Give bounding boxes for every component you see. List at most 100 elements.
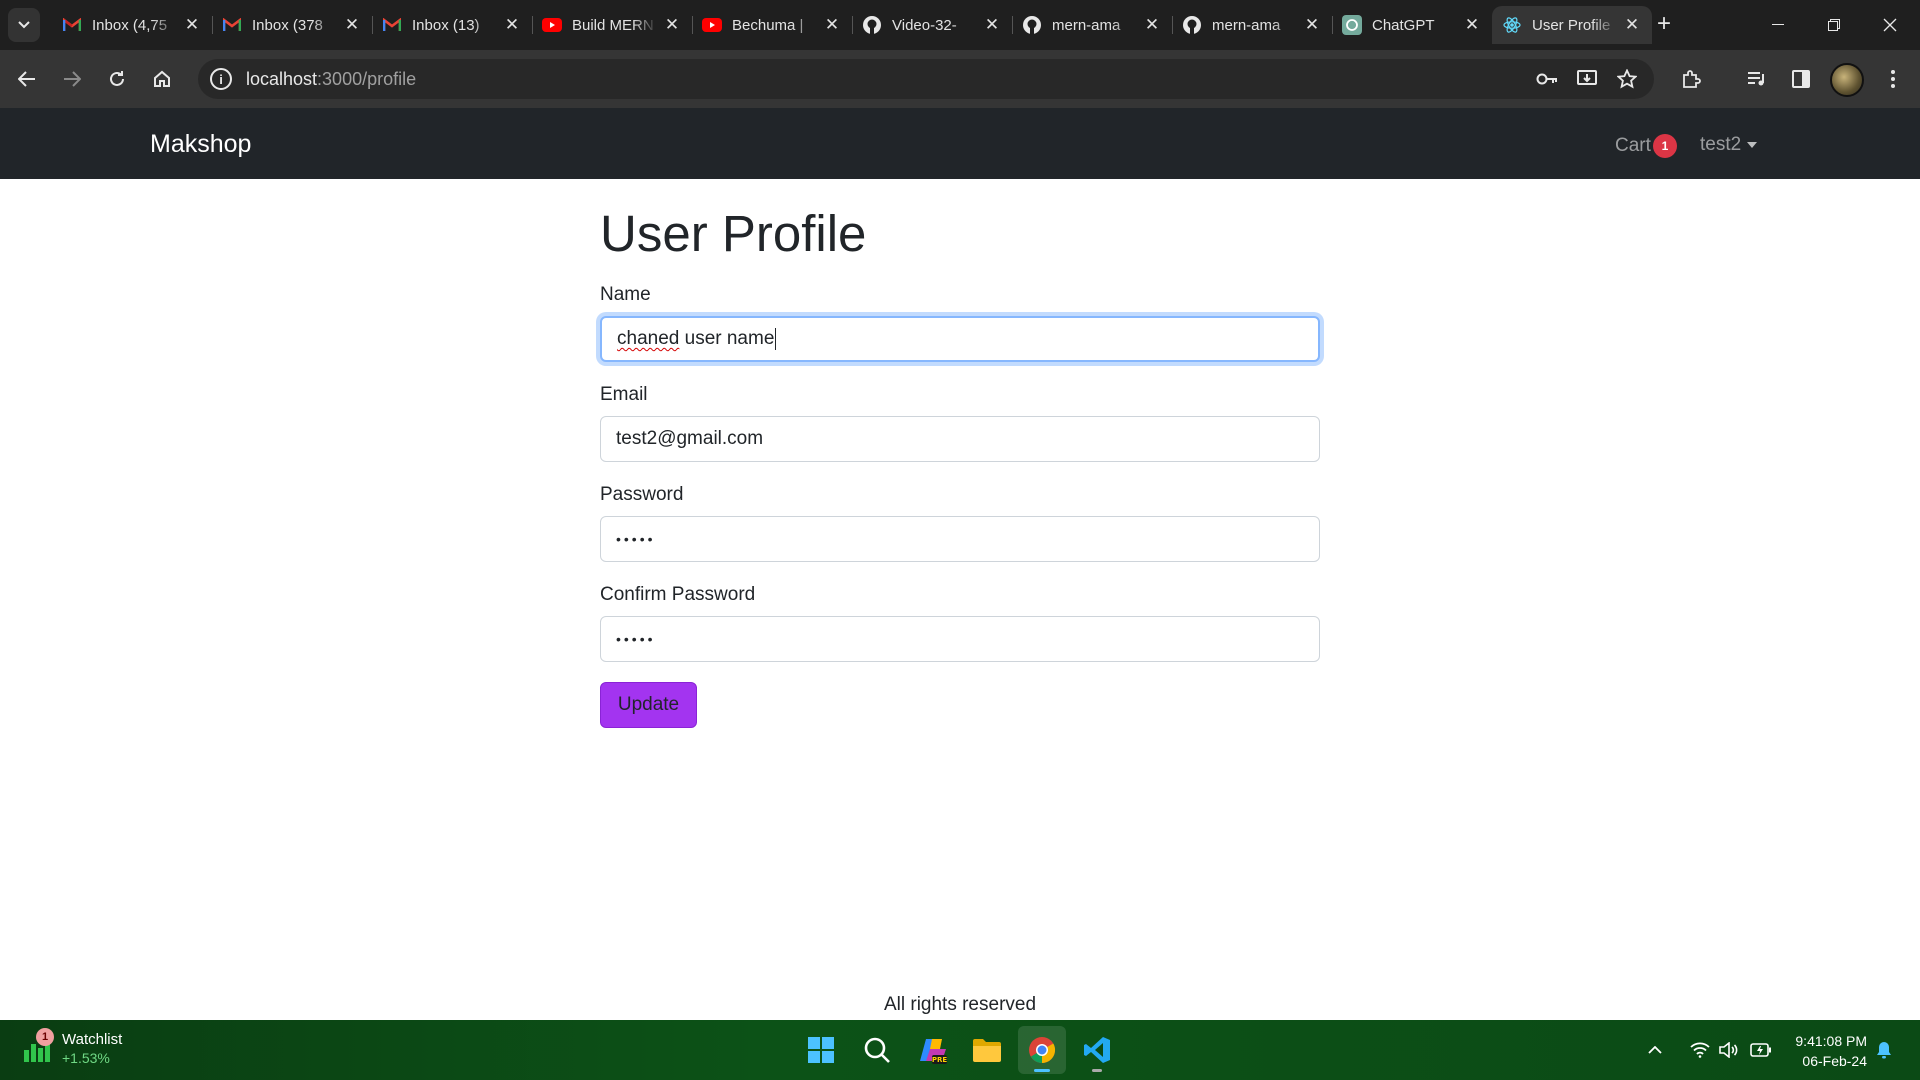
confirm-password-input[interactable]: •••••	[600, 616, 1320, 663]
tab-gmail-3[interactable]: Inbox (13) ✕	[372, 6, 532, 44]
chrome-icon	[1029, 1037, 1056, 1064]
password-mask: •••••	[616, 531, 656, 548]
tab-title: Inbox (13)	[412, 16, 480, 34]
tab-chatgpt[interactable]: ChatGPT ✕	[1332, 6, 1492, 44]
close-window-button[interactable]	[1862, 0, 1918, 50]
tray-overflow-button[interactable]	[1648, 1020, 1662, 1080]
chatgpt-icon	[1342, 15, 1362, 35]
user-name: test2	[1700, 134, 1742, 155]
watchlist-change: +1.53%	[62, 1050, 110, 1066]
close-icon[interactable]: ✕	[342, 15, 362, 35]
home-button[interactable]	[145, 62, 179, 96]
reload-icon	[110, 71, 124, 86]
tab-title: ChatGPT	[1372, 16, 1435, 34]
bookmark-button[interactable]	[1610, 62, 1644, 96]
github-icon	[1182, 15, 1202, 35]
media-control-button[interactable]	[1740, 62, 1774, 96]
reload-button[interactable]	[100, 62, 134, 96]
text-cursor	[775, 328, 777, 351]
star-icon	[1617, 69, 1637, 89]
github-icon	[862, 15, 882, 35]
user-dropdown-toggle[interactable]: test2	[1700, 134, 1758, 156]
close-icon[interactable]: ✕	[1302, 15, 1322, 35]
tab-title: Build MERN	[572, 16, 654, 34]
name-input[interactable]: chaned user name	[600, 316, 1320, 363]
tab-youtube-2[interactable]: Bechuma | ✕	[692, 6, 852, 44]
tab-github-3[interactable]: mern-ama ✕	[1172, 6, 1332, 44]
email-value: test2@gmail.com	[616, 428, 764, 450]
back-button[interactable]	[10, 62, 44, 96]
vscode-taskbar-button[interactable]	[1073, 1026, 1121, 1074]
forward-button[interactable]	[55, 62, 89, 96]
file-explorer-button[interactable]	[963, 1026, 1011, 1074]
battery-status[interactable]	[1750, 1020, 1772, 1080]
search-icon	[864, 1037, 890, 1063]
close-icon[interactable]: ✕	[1622, 15, 1642, 35]
email-label: Email	[600, 384, 648, 406]
copilot-button[interactable]: PRE	[909, 1026, 957, 1074]
windows-icon	[808, 1037, 834, 1063]
tab-youtube-1[interactable]: Build MERN ✕	[532, 6, 692, 44]
browser-menu-button[interactable]	[1876, 62, 1910, 96]
system-clock[interactable]: 9:41:08 PM 06-Feb-24	[1785, 1031, 1867, 1071]
caret-down-icon	[1747, 142, 1758, 148]
brand-link[interactable]: Makshop	[150, 130, 251, 159]
address-bar[interactable]: i localhost:3000/profile	[198, 59, 1654, 99]
clock-date: 06-Feb-24	[1802, 1053, 1867, 1069]
tab-gmail-2[interactable]: Inbox (378 ✕	[212, 6, 372, 44]
cart-link[interactable]: Cart 1	[1615, 134, 1677, 158]
react-icon	[1502, 15, 1522, 35]
url-host: localhost	[246, 68, 318, 89]
password-key-button[interactable]	[1530, 62, 1564, 96]
chevron-down-icon	[18, 21, 30, 29]
close-icon[interactable]: ✕	[502, 15, 522, 35]
speaker-icon	[1719, 1042, 1738, 1058]
running-indicator	[1092, 1069, 1102, 1072]
confirm-password-label: Confirm Password	[600, 584, 756, 606]
update-button[interactable]: Update	[600, 682, 697, 729]
watchlist-widget[interactable]: 1 Watchlist +1.53%	[22, 1028, 122, 1068]
footer-text: All rights reserved	[883, 994, 1037, 1015]
wifi-icon	[1690, 1042, 1710, 1058]
page-title: User Profile	[600, 205, 867, 262]
tab-title: Bechuma |	[732, 16, 804, 34]
site-info-icon[interactable]: i	[210, 68, 232, 90]
close-icon	[1883, 18, 1897, 32]
close-icon[interactable]: ✕	[1142, 15, 1162, 35]
close-icon[interactable]: ✕	[662, 15, 682, 35]
extensions-button[interactable]	[1674, 62, 1708, 96]
watchlist-badge: 1	[36, 1028, 54, 1046]
search-button[interactable]	[853, 1026, 901, 1074]
install-app-button[interactable]	[1570, 62, 1604, 96]
close-icon[interactable]: ✕	[182, 15, 202, 35]
close-icon[interactable]: ✕	[1462, 15, 1482, 35]
youtube-icon	[702, 15, 722, 35]
github-icon	[1022, 15, 1042, 35]
restore-button[interactable]	[1806, 0, 1862, 50]
network-status[interactable]	[1690, 1020, 1710, 1080]
close-icon[interactable]: ✕	[822, 15, 842, 35]
notifications-button[interactable]	[1876, 1020, 1892, 1080]
new-tab-button[interactable]: +	[1650, 10, 1678, 38]
email-field-group: Email test2@gmail.com	[600, 384, 1320, 463]
minimize-button[interactable]	[1750, 0, 1806, 50]
tab-search-button[interactable]	[8, 8, 40, 42]
profile-avatar[interactable]	[1830, 63, 1864, 97]
confirm-password-field-group: Confirm Password •••••	[600, 584, 1320, 663]
password-input[interactable]: •••••	[600, 516, 1320, 563]
misspelled-word: chaned	[617, 328, 680, 350]
tab-github-2[interactable]: mern-ama ✕	[1012, 6, 1172, 44]
side-panel-button[interactable]	[1784, 62, 1818, 96]
chrome-taskbar-button[interactable]	[1018, 1026, 1066, 1074]
tab-github-1[interactable]: Video-32- ✕	[852, 6, 1012, 44]
start-button[interactable]	[797, 1026, 845, 1074]
cart-count-badge: 1	[1652, 134, 1677, 158]
close-icon[interactable]: ✕	[982, 15, 1002, 35]
tab-gmail-1[interactable]: Inbox (4,75 ✕	[52, 6, 212, 44]
folder-icon	[973, 1039, 1001, 1062]
home-icon	[154, 70, 170, 87]
volume-control[interactable]	[1719, 1020, 1739, 1080]
name-field-group: Name chaned user name	[600, 284, 1320, 363]
tab-user-profile[interactable]: User Profile ✕	[1492, 6, 1652, 44]
email-input[interactable]: test2@gmail.com	[600, 416, 1320, 463]
